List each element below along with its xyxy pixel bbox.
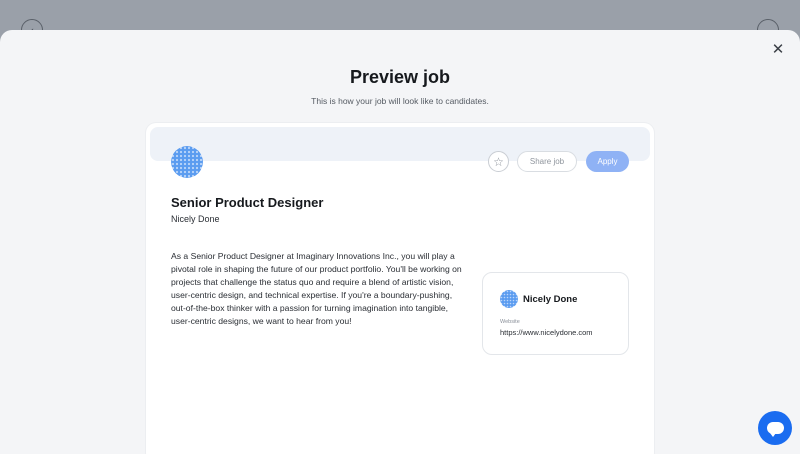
company-name: Nicely Done — [523, 294, 578, 305]
preview-job-modal: ✕ Preview job This is how your job will … — [0, 30, 800, 454]
job-description: As a Senior Product Designer at Imaginar… — [171, 251, 462, 326]
chat-icon — [766, 422, 784, 437]
company-logo-small — [500, 290, 518, 308]
job-title: Senior Product Designer — [171, 195, 324, 210]
modal-title: Preview job — [349, 67, 451, 87]
close-icon[interactable]: ✕ — [770, 41, 786, 57]
job-preview-card: ☆ Share job Apply Senior Product Designe… — [146, 123, 654, 454]
apply-button[interactable]: Apply — [586, 151, 629, 172]
chat-button[interactable] — [758, 411, 792, 445]
modal-subtitle: This is how your job will look like to c… — [311, 96, 489, 106]
job-company: Nicely Done — [171, 214, 220, 224]
company-logo — [171, 146, 203, 178]
share-job-button[interactable]: Share job — [517, 151, 577, 172]
website-link[interactable]: https://www.nicelydone.com — [500, 328, 593, 337]
company-info-card: Nicely Done Website https://www.nicelydo… — [482, 272, 629, 355]
star-icon[interactable]: ☆ — [488, 151, 509, 172]
website-label: Website — [500, 319, 520, 325]
